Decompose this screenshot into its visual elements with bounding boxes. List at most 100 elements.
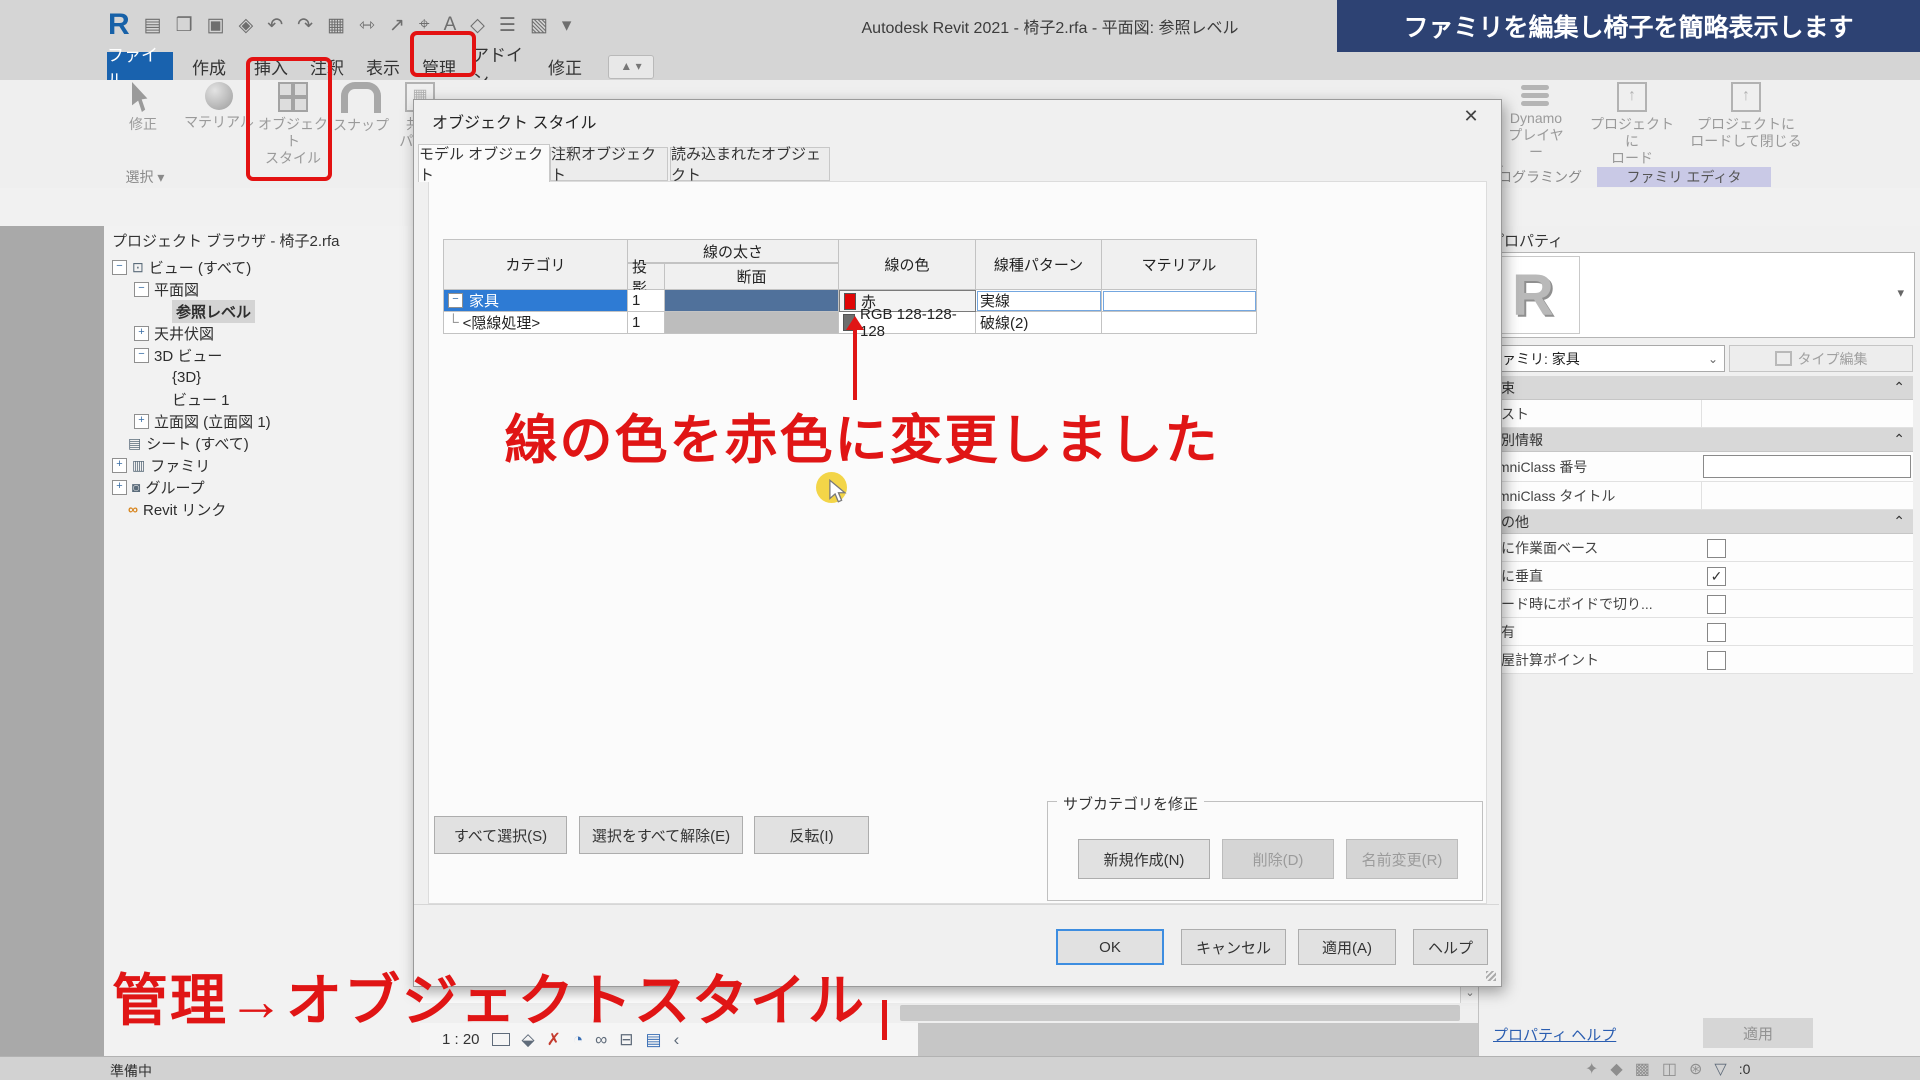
property-row-cut-with-voids[interactable]: ロード時にボイドで切り... — [1479, 590, 1913, 618]
work-plane-checkbox[interactable] — [1707, 539, 1726, 558]
file-tab-icon[interactable]: ▤ — [144, 14, 162, 37]
type-selector[interactable]: R ▾ — [1479, 252, 1915, 338]
tab-file[interactable]: ファイル — [107, 52, 173, 80]
close-icon[interactable]: ✕ — [1457, 106, 1485, 127]
tab-imported-objects[interactable]: 読み込まれたオブジェクト — [670, 147, 830, 181]
tab-annotation-objects[interactable]: 注釈オブジェクト — [550, 147, 668, 181]
tree-item-reference-level[interactable]: 参照レベル — [172, 300, 255, 322]
tree-item-families[interactable]: + ▥ ファミリ — [112, 454, 210, 476]
category-cell-hidden-lines[interactable]: └ <隠線処理> — [443, 312, 628, 334]
design-options-icon[interactable]: ◆ — [1610, 1059, 1622, 1079]
section-other[interactable]: その他 ⌃ — [1479, 510, 1913, 534]
load-into-project-close-button[interactable]: ↑ プロジェクトに ロードして閉じる — [1688, 82, 1804, 150]
section-constraints[interactable]: 拘束 ⌃ — [1479, 376, 1913, 400]
expand-icon[interactable]: + — [112, 480, 127, 495]
edit-type-button[interactable]: タイプ編集 — [1729, 345, 1913, 372]
section-collapse-icon[interactable]: ⌃ — [1893, 379, 1905, 396]
tree-item-3d-views[interactable]: − 3D ビュー — [134, 344, 222, 366]
filter-icon[interactable]: ▽ — [1714, 1059, 1726, 1079]
new-subcategory-button[interactable]: 新規作成(N) — [1078, 839, 1210, 879]
column-header-category: カテゴリ — [443, 239, 628, 290]
projection-cell[interactable]: 1 — [628, 290, 665, 312]
delete-subcategory-button[interactable]: 削除(D) — [1222, 839, 1334, 879]
collapse-icon[interactable]: − — [112, 260, 127, 275]
edit-linked-icon[interactable]: ◫ — [1662, 1059, 1677, 1079]
property-row-room-calculation-point[interactable]: 部屋計算ポイント — [1479, 646, 1913, 674]
tree-item-3d[interactable]: {3D} — [172, 366, 201, 388]
projection-cell[interactable]: 1 — [628, 312, 665, 334]
section-collapse-icon[interactable]: ⌃ — [1893, 431, 1905, 448]
cancel-button[interactable]: キャンセル — [1181, 929, 1286, 965]
properties-apply-button[interactable]: 適用 — [1703, 1018, 1813, 1048]
sync-icon[interactable]: ◈ — [239, 14, 254, 37]
expand-icon[interactable]: + — [112, 458, 127, 473]
property-row-shared[interactable]: 共有 — [1479, 618, 1913, 646]
dynamo-icon — [1521, 85, 1551, 106]
line-pattern-cell[interactable]: 破線(2) — [976, 312, 1102, 334]
select-group-label[interactable]: 選択 ▾ — [112, 167, 178, 187]
property-row-work-plane-based[interactable]: 常に作業面ベース — [1479, 534, 1913, 562]
revit-logo-icon[interactable]: R — [108, 10, 130, 40]
materials-sphere-icon — [205, 82, 233, 110]
tab-model-objects[interactable]: モデル オブジェクト — [418, 144, 550, 182]
line-pattern-cell[interactable]: 実線 — [976, 290, 1102, 312]
tree-item-revit-links[interactable]: ∞ Revit リンク — [128, 498, 226, 520]
settings-icon[interactable]: ⊛ — [1689, 1059, 1702, 1079]
property-row-omniclass-number[interactable]: OmniClass 番号 — [1479, 452, 1913, 482]
tree-item-views[interactable]: − ⊡ ビュー (すべて) — [112, 256, 251, 278]
open-icon[interactable]: ❒ — [176, 14, 193, 37]
materials-button[interactable]: マテリアル — [182, 82, 256, 131]
apply-button[interactable]: 適用(A) — [1298, 929, 1396, 965]
section-collapse-icon[interactable]: ⌃ — [1893, 513, 1905, 530]
modify-button[interactable]: 修正 — [115, 82, 171, 133]
tree-item-groups[interactable]: + ◙ グループ — [112, 476, 205, 498]
material-cell[interactable] — [1102, 290, 1257, 312]
tree-item-sheets[interactable]: ▤ シート (すべて) — [128, 432, 249, 454]
section-identity-data[interactable]: 識別情報 ⌃ — [1479, 428, 1913, 452]
shared-checkbox[interactable] — [1707, 623, 1726, 642]
dynamo-player-button[interactable]: Dynamo プレイヤー — [1506, 82, 1566, 161]
rename-subcategory-button[interactable]: 名前変更(R) — [1346, 839, 1458, 879]
property-row-always-vertical[interactable]: 常に垂直 ✓ — [1479, 562, 1913, 590]
tab-view[interactable]: 表示 — [360, 52, 406, 80]
property-row-omniclass-title[interactable]: OmniClass タイトル — [1479, 482, 1913, 510]
collapse-icon[interactable]: − — [134, 348, 149, 363]
ribbon-collapse-icon[interactable]: ▲ ▾ — [608, 55, 654, 79]
property-row-host[interactable]: ホスト — [1479, 400, 1913, 428]
select-all-button[interactable]: すべて選択(S) — [434, 816, 567, 854]
tab-modify[interactable]: 修正 — [542, 52, 588, 80]
expand-icon[interactable]: + — [134, 414, 149, 429]
tree-item-ceiling-plans[interactable]: + 天井伏図 — [134, 322, 214, 344]
expand-icon[interactable]: + — [134, 326, 149, 341]
deselect-all-button[interactable]: 選択をすべて解除(E) — [579, 816, 743, 854]
tree-item-floor-plans[interactable]: − 平面図 — [134, 278, 199, 300]
snaps-button[interactable]: スナップ — [330, 82, 392, 134]
tab-addins[interactable]: アドイン — [472, 52, 532, 80]
scrollbar-thumb[interactable] — [900, 1005, 1460, 1021]
always-vertical-checkbox[interactable]: ✓ — [1707, 567, 1726, 586]
tree-item-view-1[interactable]: ビュー 1 — [172, 388, 230, 410]
collapse-icon[interactable]: − — [134, 282, 149, 297]
undo-icon[interactable]: ↶ — [267, 14, 283, 37]
exclude-options-icon[interactable]: ▩ — [1635, 1059, 1650, 1079]
tree-item-elevations[interactable]: + 立面図 (立面図 1) — [134, 410, 271, 432]
family-filter-combo[interactable]: ファミリ: 家具 ⌄ — [1479, 345, 1725, 372]
tab-create[interactable]: 作成 — [186, 52, 232, 80]
resize-grip[interactable] — [1486, 971, 1496, 981]
save-icon[interactable]: ▣ — [207, 14, 225, 37]
ok-button[interactable]: OK — [1056, 929, 1164, 965]
views-icon: ⊡ — [132, 259, 144, 276]
room-calc-checkbox[interactable] — [1707, 651, 1726, 670]
worksets-icon[interactable]: ✦ — [1585, 1059, 1598, 1079]
combo-arrow-icon: ⌄ — [1708, 352, 1718, 366]
material-cell[interactable] — [1102, 312, 1257, 334]
invert-button[interactable]: 反転(I) — [754, 816, 869, 854]
category-cell-furniture[interactable]: − 家具 — [443, 290, 628, 312]
omniclass-number-input[interactable] — [1703, 455, 1911, 478]
cut-with-voids-checkbox[interactable] — [1707, 595, 1726, 614]
collapse-icon[interactable]: − — [448, 293, 463, 308]
help-button[interactable]: ヘルプ — [1413, 929, 1488, 965]
load-into-project-button[interactable]: ↑ プロジェクトに ロード — [1586, 82, 1678, 167]
properties-help-link[interactable]: プロパティ ヘルプ — [1493, 1024, 1616, 1045]
chevron-down-icon[interactable]: ▾ — [1897, 285, 1904, 301]
